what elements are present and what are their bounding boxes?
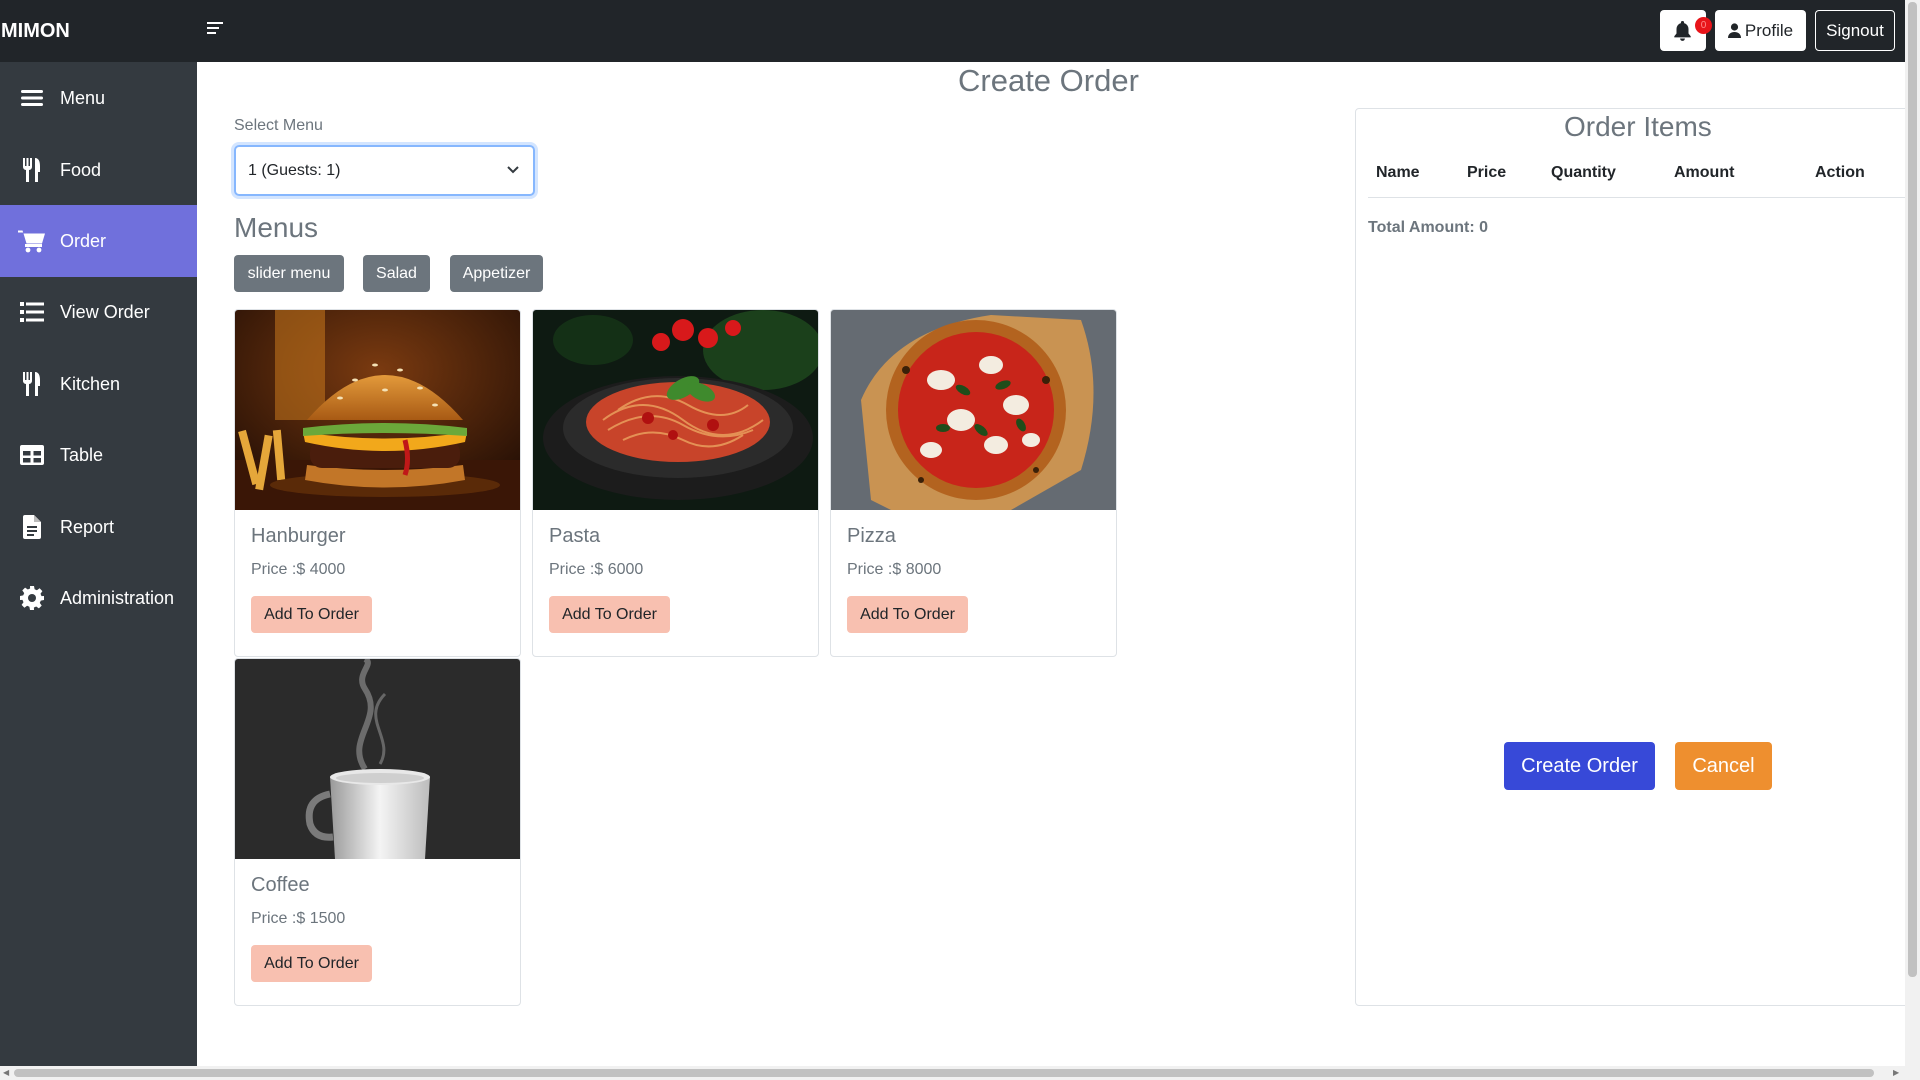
category-button-slider-menu[interactable]: slider menu <box>234 255 344 292</box>
sidebar-item-label: Table <box>60 444 104 465</box>
food-name: Pasta <box>549 525 601 547</box>
vertical-scrollbar[interactable] <box>1905 0 1920 1066</box>
bars-icon <box>18 84 46 112</box>
user-icon <box>1727 23 1741 38</box>
column-header-quantity: Quantity <box>1551 164 1616 181</box>
menu-select[interactable]: 1 (Guests: 1) <box>234 145 535 196</box>
sidebar-item-label: Kitchen <box>60 373 121 394</box>
cart-icon <box>18 227 46 255</box>
sidebar-item-label: Administration <box>60 587 175 608</box>
horizontal-scrollbar[interactable]: ◀ ▶ <box>0 1066 1920 1080</box>
food-price: Price :$ 1500 <box>251 910 346 927</box>
column-header-name: Name <box>1376 164 1420 181</box>
scroll-right-arrow-icon[interactable]: ▶ <box>1893 1068 1899 1077</box>
category-button-appetizer[interactable]: Appetizer <box>450 255 543 292</box>
notifications-button[interactable]: 0 <box>1660 10 1712 51</box>
sidebar-item-table[interactable]: Table <box>0 419 197 491</box>
category-button-salad[interactable]: Salad <box>363 255 430 292</box>
column-header-action: Action <box>1815 164 1865 181</box>
food-card: Hanburger Price :$ 4000 Add To Order <box>234 309 521 657</box>
table-icon <box>18 441 46 469</box>
sidebar-item-label: Report <box>60 516 115 537</box>
sidebar-item-label: Food <box>60 159 102 180</box>
food-card: Pasta Price :$ 6000 Add To Order <box>532 309 819 657</box>
food-name: Pizza <box>847 525 896 547</box>
list-icon <box>18 298 46 326</box>
sidebar-item-label: Menu <box>60 87 106 108</box>
food-price: Price :$ 4000 <box>251 561 346 578</box>
scroll-left-arrow-icon[interactable]: ◀ <box>3 1068 9 1077</box>
sidebar-item-kitchen[interactable]: Kitchen <box>0 348 197 420</box>
bell-icon <box>1674 21 1691 41</box>
cancel-button[interactable]: Cancel <box>1675 742 1772 790</box>
signout-button[interactable]: Signout <box>1815 10 1895 51</box>
top-navbar: MIMON 0 Profile Signout <box>0 0 1905 62</box>
utensils-icon <box>18 370 46 398</box>
sidebar-item-order[interactable]: Order <box>0 205 197 277</box>
sidebar-item-food[interactable]: Food <box>0 134 197 206</box>
order-items-title: Order Items <box>1564 111 1712 142</box>
food-card: Coffee Price :$ 1500 Add To Order <box>234 658 521 1006</box>
horizontal-scrollbar-thumb[interactable] <box>14 1069 1874 1077</box>
food-name: Hanburger <box>251 525 346 547</box>
profile-button[interactable]: Profile <box>1715 10 1806 51</box>
sidebar-item-report[interactable]: Report <box>0 491 197 563</box>
sidebar-toggle-icon[interactable] <box>207 22 223 38</box>
notification-count-badge: 0 <box>1695 17 1712 34</box>
chevron-down-icon <box>507 166 519 174</box>
food-image-pizza <box>831 310 1116 510</box>
sidebar-item-administration[interactable]: Administration <box>0 562 197 634</box>
sidebar-item-menu[interactable]: Menu <box>0 62 197 134</box>
food-card: Pizza Price :$ 8000 Add To Order <box>830 309 1117 657</box>
file-icon <box>18 513 46 541</box>
food-image-pasta <box>533 310 818 510</box>
sidebar-item-label: Order <box>60 230 107 251</box>
add-to-order-button[interactable]: Add To Order <box>549 596 670 633</box>
utensils-icon <box>18 156 46 184</box>
gear-icon <box>18 584 46 612</box>
food-image-coffee <box>235 659 520 859</box>
add-to-order-button[interactable]: Add To Order <box>251 945 372 982</box>
food-price: Price :$ 6000 <box>549 561 644 578</box>
order-items-panel: Order Items Name Price Quantity Amount A… <box>1355 108 1911 1006</box>
menus-heading: Menus <box>234 212 319 243</box>
vertical-scrollbar-thumb[interactable] <box>1908 2 1917 977</box>
total-amount: Total Amount: 0 <box>1368 219 1488 236</box>
sidebar-item-view-order[interactable]: View Order <box>0 276 197 348</box>
table-divider <box>1368 197 1911 198</box>
sidebar: Menu Food Order View Order Kitchen Table… <box>0 62 197 1066</box>
food-name: Coffee <box>251 874 310 896</box>
select-menu-label: Select Menu <box>234 117 323 134</box>
column-header-amount: Amount <box>1674 164 1735 181</box>
brand-logo[interactable]: MIMON <box>1 20 70 43</box>
create-order-button[interactable]: Create Order <box>1504 742 1655 790</box>
column-header-price: Price <box>1467 164 1507 181</box>
page-title: Create Order <box>958 63 1139 98</box>
food-price: Price :$ 8000 <box>847 561 942 578</box>
add-to-order-button[interactable]: Add To Order <box>251 596 372 633</box>
profile-label: Profile <box>1744 21 1794 40</box>
food-image-hamburger <box>235 310 520 510</box>
sidebar-item-label: View Order <box>60 301 150 322</box>
add-to-order-button[interactable]: Add To Order <box>847 596 968 633</box>
menu-select-value: 1 (Guests: 1) <box>248 162 341 179</box>
